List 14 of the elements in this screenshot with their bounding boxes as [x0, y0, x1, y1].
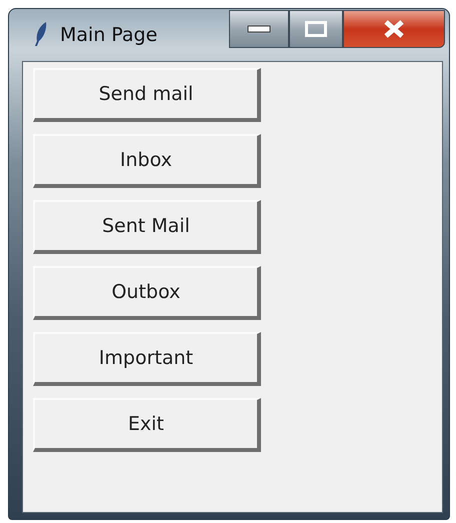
menu-button[interactable]: Outbox [33, 266, 261, 320]
maximize-icon [305, 21, 327, 37]
menu-button[interactable]: Send mail [33, 68, 261, 122]
menu-button[interactable]: Sent Mail [33, 200, 261, 254]
feather-icon [34, 21, 48, 47]
menu-button[interactable]: Important [33, 332, 261, 386]
close-icon [383, 20, 405, 38]
window-title: Main Page [60, 23, 158, 48]
close-button[interactable] [343, 10, 445, 48]
menu-button[interactable]: Exit [33, 398, 261, 452]
minimize-button[interactable] [229, 10, 289, 48]
menu-button[interactable]: Inbox [33, 134, 261, 188]
maximize-button[interactable] [289, 10, 343, 48]
minimize-icon [247, 25, 271, 33]
